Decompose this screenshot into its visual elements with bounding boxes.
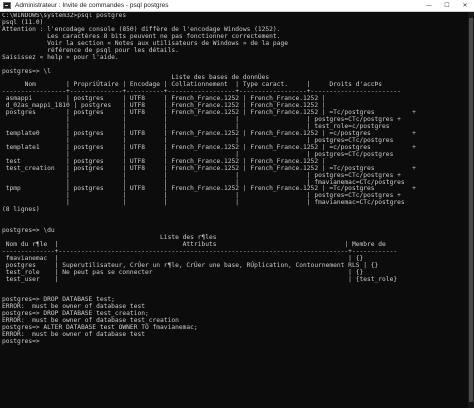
console-window: Administrateur : Invite de commandes - p… (0, 0, 474, 408)
console-icon (3, 2, 11, 9)
console-line: ERROR: must be owner of database test (2, 331, 145, 339)
window-controls: — ☐ ✕ (420, 0, 474, 11)
title-bar[interactable]: Administrateur : Invite de commandes - p… (0, 0, 474, 12)
console-line: C:\WINDOWS\system32>psql postgres (2, 13, 127, 19)
console-output[interactable]: C:\WINDOWS\system32>psql postgres psql (1… (0, 13, 468, 408)
vertical-scrollbar[interactable] (468, 12, 474, 408)
maximize-icon[interactable]: ☐ (438, 0, 456, 11)
window-title: Administrateur : Invite de commandes - p… (15, 2, 169, 9)
minimize-icon[interactable]: — (420, 0, 438, 11)
scrollbar-thumb[interactable] (469, 18, 473, 402)
console-line: postgres=> (2, 338, 40, 346)
console-line: test_user | | {test_role} (2, 275, 398, 283)
console-line: (8 lignes) (2, 206, 40, 214)
console-line: | | | | | fmavianemac=CTc/postgres (2, 199, 405, 207)
close-icon[interactable]: ✕ (456, 0, 474, 11)
console-line: Saisissez « help » pour l'aide. (2, 53, 119, 61)
